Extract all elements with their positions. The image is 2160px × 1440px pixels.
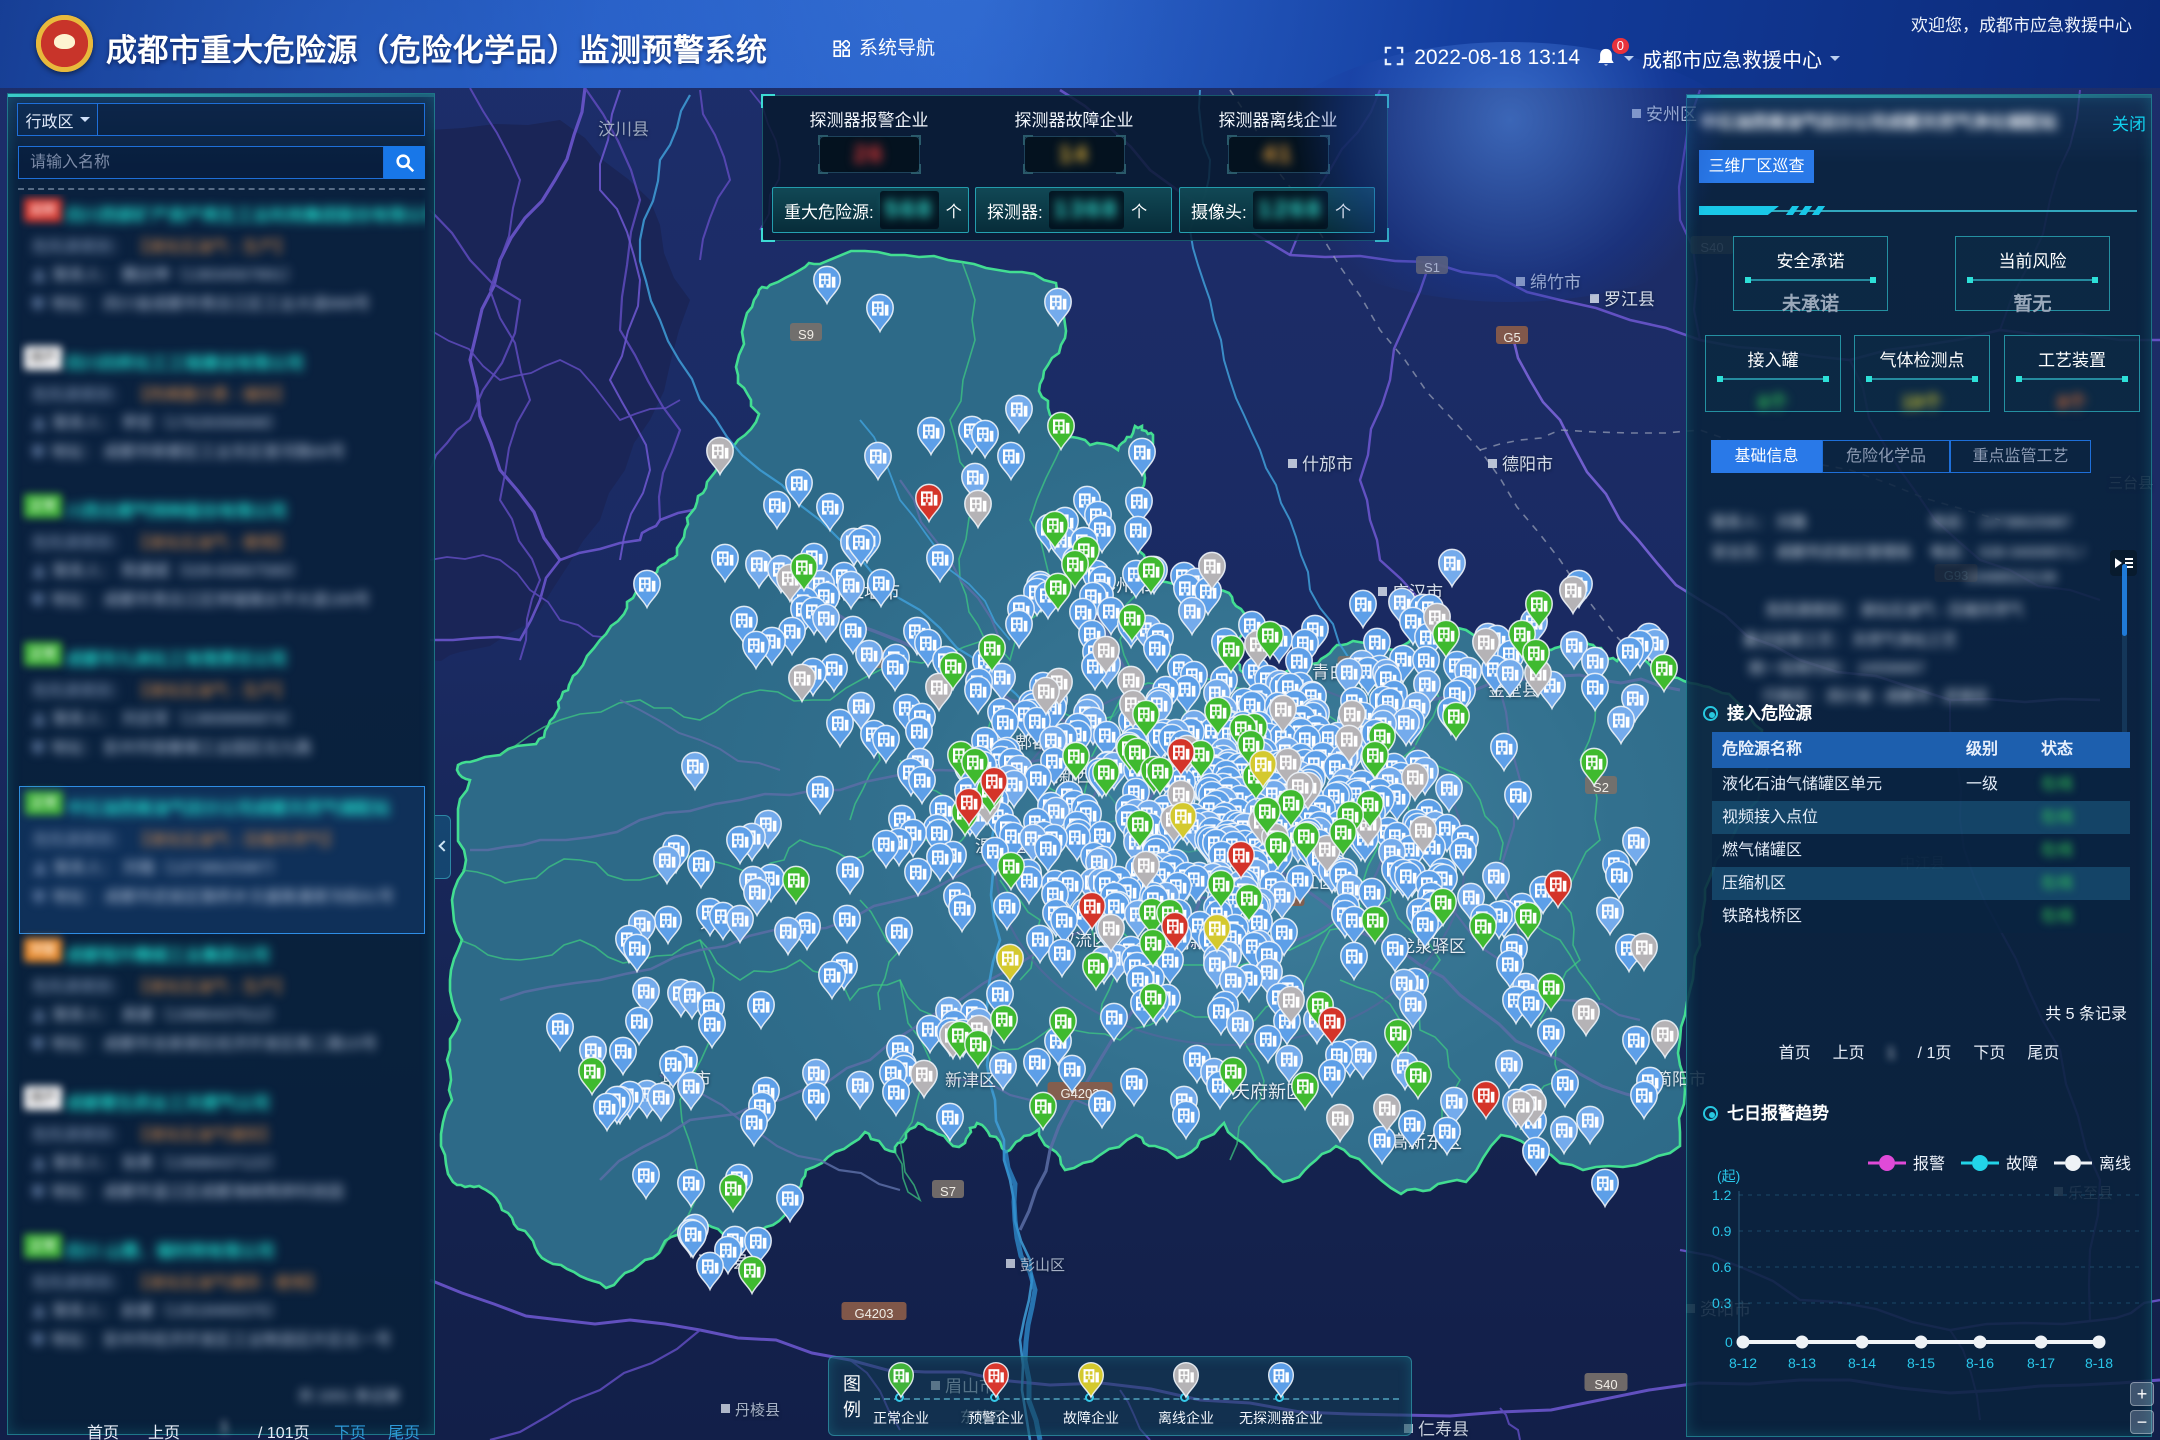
svg-text:8-15: 8-15 xyxy=(1907,1355,1935,1371)
svg-text:0: 0 xyxy=(1725,1334,1733,1350)
svg-text:8-12: 8-12 xyxy=(1729,1355,1757,1371)
svg-text:彭山区: 彭山区 xyxy=(1020,1257,1065,1274)
svg-text:S7: S7 xyxy=(940,1184,956,1199)
svg-text:报警: 报警 xyxy=(1913,1155,1945,1173)
svg-text:汶川县: 汶川县 xyxy=(598,120,649,139)
svg-text:德阳市: 德阳市 xyxy=(1502,455,1553,474)
svg-text:G4203: G4203 xyxy=(854,1306,893,1321)
svg-text:S9: S9 xyxy=(798,327,814,342)
svg-text:仁寿县: 仁寿县 xyxy=(1418,1420,1469,1439)
svg-text:1.2: 1.2 xyxy=(1712,1187,1732,1203)
svg-text:(起): (起) xyxy=(1717,1168,1740,1184)
svg-text:8-16: 8-16 xyxy=(1966,1355,1994,1371)
svg-text:新津区: 新津区 xyxy=(945,1071,996,1090)
svg-text:8-17: 8-17 xyxy=(2027,1355,2055,1371)
svg-text:8-18: 8-18 xyxy=(2085,1355,2113,1371)
svg-text:S40: S40 xyxy=(1594,1377,1617,1392)
svg-text:8-13: 8-13 xyxy=(1788,1355,1816,1371)
svg-text:丹棱县: 丹棱县 xyxy=(735,1402,780,1419)
svg-text:罗江县: 罗江县 xyxy=(1604,290,1655,309)
svg-text:0.6: 0.6 xyxy=(1712,1259,1732,1275)
svg-text:0.3: 0.3 xyxy=(1712,1295,1732,1311)
svg-text:0.9: 0.9 xyxy=(1712,1223,1732,1239)
svg-text:离线: 离线 xyxy=(2099,1155,2131,1173)
svg-text:G5: G5 xyxy=(1503,330,1520,345)
svg-text:故障: 故障 xyxy=(2006,1155,2038,1173)
svg-text:什邡市: 什邡市 xyxy=(1302,455,1353,474)
svg-text:8-14: 8-14 xyxy=(1848,1355,1876,1371)
